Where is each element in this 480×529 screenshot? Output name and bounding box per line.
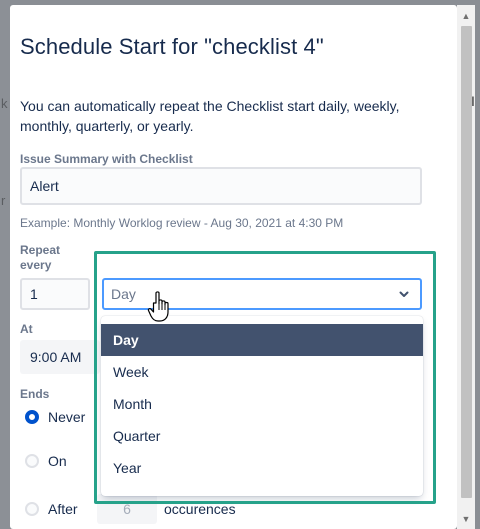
summary-helper-text: Example: Monthly Worklog review - Aug 30… — [20, 216, 344, 230]
issue-summary-input[interactable]: Alert — [20, 167, 422, 205]
menu-item-quarter[interactable]: Quarter — [101, 420, 423, 452]
repeat-unit-dropdown-menu: Day Week Month Quarter Year — [101, 316, 423, 496]
hand-pointer-icon — [147, 291, 169, 322]
modal-backdrop — [0, 0, 10, 529]
backdrop-fragment: k — [1, 96, 8, 111]
dialog-description: You can automatically repeat the Checkli… — [20, 98, 400, 134]
menu-item-year[interactable]: Year — [101, 452, 423, 484]
ends-never-label: Never — [48, 409, 86, 425]
menu-item-week[interactable]: Week — [101, 356, 423, 388]
ends-label: Ends — [20, 387, 50, 401]
time-select[interactable]: 9:00 AM — [20, 340, 100, 374]
scroll-up-arrow-icon[interactable]: ▲ — [459, 9, 473, 23]
radio-checked-icon[interactable] — [25, 410, 39, 424]
backdrop-fragment: I — [471, 93, 475, 109]
menu-item-month[interactable]: Month — [101, 388, 423, 420]
repeat-unit-value: Day — [111, 286, 136, 302]
backdrop-fragment: r — [1, 193, 6, 208]
radio-unchecked-icon[interactable] — [25, 502, 39, 516]
ends-on-label: On — [48, 453, 67, 469]
summary-label: Issue Summary with Checklist — [20, 152, 193, 166]
scroll-down-arrow-icon[interactable]: ▼ — [459, 512, 473, 526]
modal-backdrop-right — [475, 0, 480, 529]
menu-item-day[interactable]: Day — [101, 324, 423, 356]
occurrences-input[interactable]: 6 — [97, 494, 157, 524]
occurrences-label: occurences — [164, 501, 236, 517]
chevron-down-icon — [399, 291, 409, 297]
radio-unchecked-icon[interactable] — [25, 454, 39, 468]
repeat-count-input[interactable]: 1 — [20, 278, 90, 310]
at-label: At — [20, 322, 33, 336]
dialog-title: Schedule Start for "checklist 4" — [20, 34, 324, 59]
ends-after-label: After — [48, 501, 78, 517]
repeat-every-label: Repeat every — [20, 243, 61, 272]
